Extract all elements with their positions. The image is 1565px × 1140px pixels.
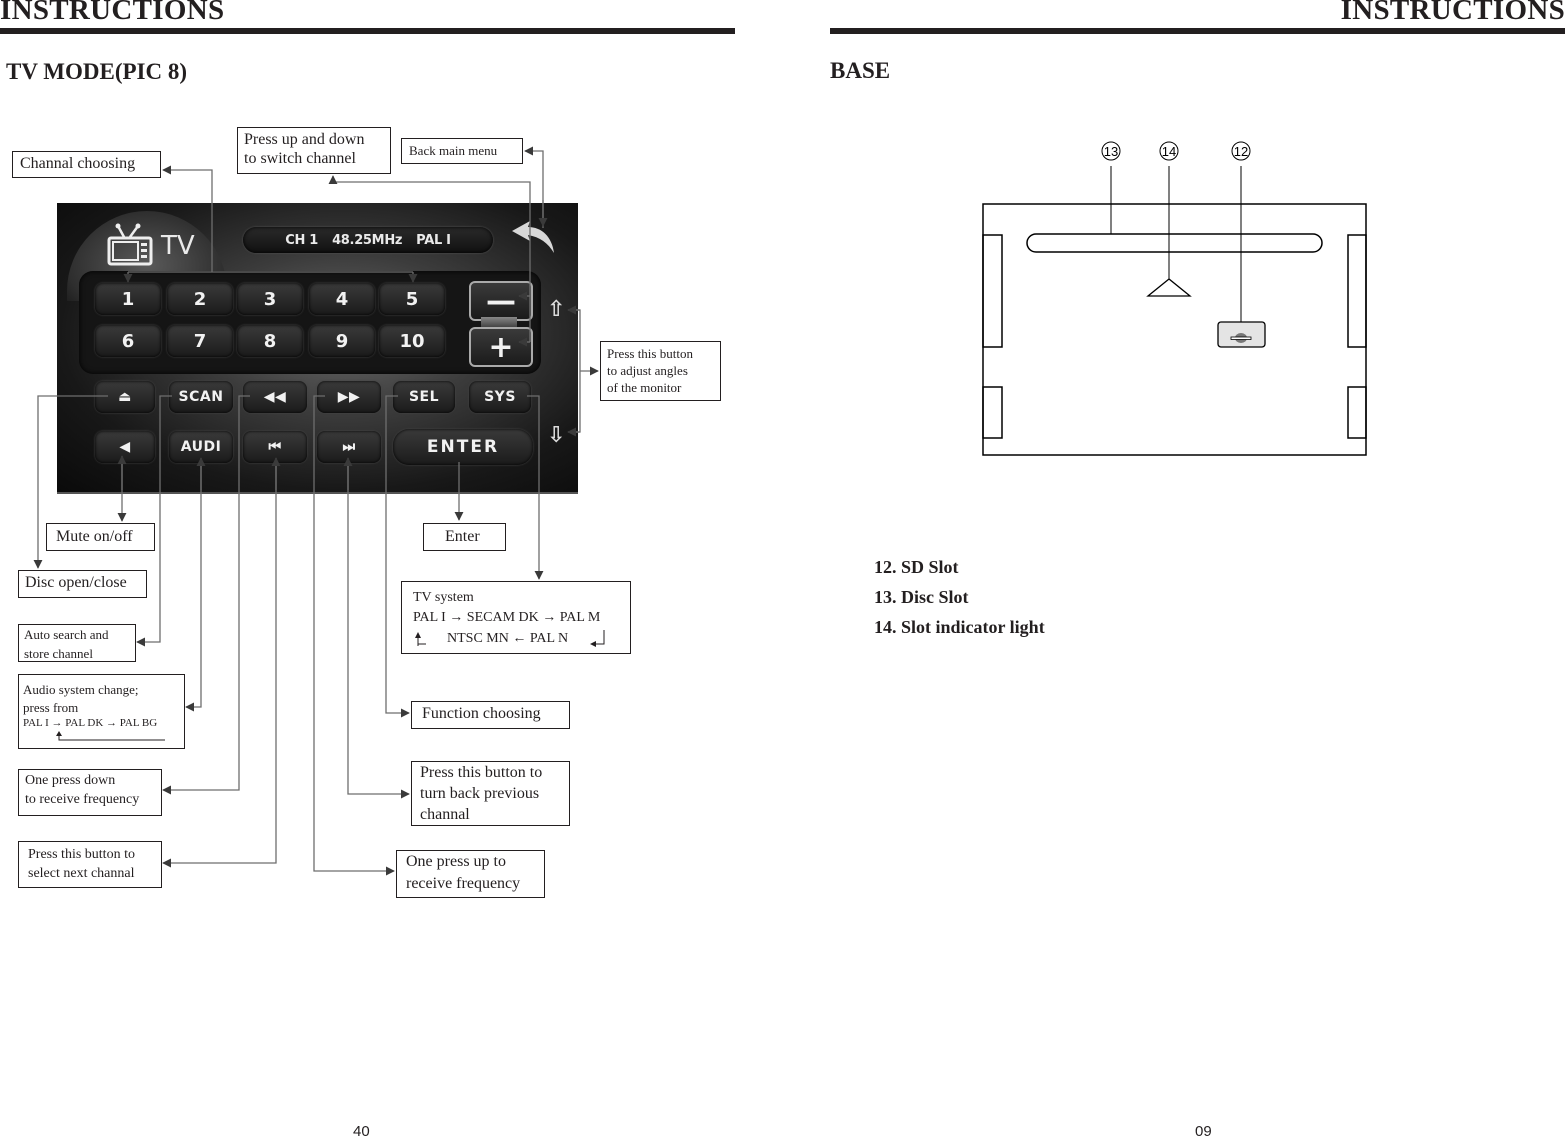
marker-12: 12 <box>1234 144 1248 159</box>
channel-rocker-neck <box>481 317 517 327</box>
callout-line: to adjust angles <box>607 362 688 378</box>
tv-system-title: TV system <box>413 590 474 605</box>
callout-line: receive frequency <box>406 874 521 892</box>
rewind-button[interactable]: ◀◀ <box>243 381 307 413</box>
callout-audio-system: Audio system change; press from PAL I → … <box>18 674 185 749</box>
sys-button[interactable]: SYS <box>469 381 531 413</box>
callout-function-choosing: Function choosing <box>411 701 570 729</box>
callout-line: Press up and down <box>244 131 365 148</box>
callout-line: store channel <box>24 645 93 661</box>
right-clip-bottom <box>1347 386 1367 439</box>
callout-disc-open-close: Disc open/close <box>18 570 147 598</box>
callout-enter: Enter <box>423 523 506 551</box>
base-outline <box>982 203 1367 456</box>
legend-item-12: 12. SD Slot <box>874 557 959 577</box>
mute-button[interactable]: ◀ <box>95 431 155 463</box>
sel-button[interactable]: SEL <box>393 381 455 413</box>
base-diagram: 13 14 12 <box>982 141 1367 456</box>
key-6[interactable]: 6 <box>95 325 161 357</box>
status-channel: CH 1 <box>285 232 319 248</box>
callout-line: Audio system change; <box>23 682 139 697</box>
base-legend: 12. SD Slot 13. Disc Slot 14. Slot indic… <box>874 552 1045 642</box>
marker-13: 13 <box>1104 144 1118 159</box>
scan-button[interactable]: SCAN <box>169 381 233 413</box>
callout-line: channal <box>420 805 470 823</box>
audi-button[interactable]: AUDI <box>169 431 233 463</box>
channel-down-button[interactable]: — <box>469 281 533 321</box>
callout-line: Auto search and <box>24 627 109 642</box>
callout-mute: Mute on/off <box>46 523 155 551</box>
key-10[interactable]: 10 <box>379 325 445 357</box>
marker-14: 14 <box>1162 144 1176 159</box>
leader-previous-channel <box>347 462 410 799</box>
disc-slot <box>1026 233 1323 253</box>
key-1[interactable]: 1 <box>95 283 161 315</box>
callout-line: Press this button <box>607 346 693 361</box>
key-8[interactable]: 8 <box>237 325 303 357</box>
callout-line: Press this button to <box>420 764 543 781</box>
angle-up-icon[interactable]: ⇧ <box>547 297 565 322</box>
callout-press-down-frequency: One press down to receive frequency <box>18 769 162 816</box>
cycle-return-arrow-icon <box>56 731 165 741</box>
callout-line: to receive frequency <box>25 791 140 807</box>
callout-line: press from <box>23 699 79 715</box>
key-5[interactable]: 5 <box>379 283 445 315</box>
callout-auto-search: Auto search and store channel <box>18 624 136 662</box>
next-channel-button[interactable]: ⏭ <box>317 431 381 463</box>
callout-press-up-frequency: One press up to receive frequency <box>396 850 545 898</box>
tv-mode-label: TV <box>161 231 195 261</box>
forward-button[interactable]: ▶▶ <box>317 381 381 413</box>
legend-item-13: 13. Disc Slot <box>874 587 969 607</box>
cycle-return-arrow-icon <box>415 630 605 647</box>
header-rule-left <box>0 28 735 34</box>
prev-channel-button[interactable]: ⏮ <box>243 431 307 463</box>
key-4[interactable]: 4 <box>309 283 375 315</box>
callout-tv-system: TV system PAL I → SECAM DK → PAL M NTSC … <box>401 581 631 654</box>
callout-next-channel: Press this button to select next channal <box>18 841 162 888</box>
status-system: PAL I <box>416 232 451 248</box>
key-9[interactable]: 9 <box>309 325 375 357</box>
slot-indicator-light <box>1146 278 1192 297</box>
key-3[interactable]: 3 <box>237 283 303 315</box>
callout-line: turn back previous <box>420 784 540 802</box>
right-clip-top <box>1347 234 1367 348</box>
angle-down-icon[interactable]: ⇩ <box>547 423 565 448</box>
status-frequency: 48.25MHz <box>332 232 403 248</box>
leader-next-channel <box>162 462 277 868</box>
page-number-right: 09 <box>1195 1123 1212 1140</box>
callout-line: to switch channel <box>244 150 356 168</box>
legend-item-14: 14. Slot indicator light <box>874 617 1045 637</box>
tv-icon <box>107 223 153 266</box>
page-number-left: 40 <box>353 1123 370 1140</box>
callout-adjust-angles: Press this button to adjust angles of th… <box>600 341 721 401</box>
key-7[interactable]: 7 <box>167 325 233 357</box>
page-header-right: INSTRUCTIONS <box>1340 0 1565 26</box>
callout-line: Press this button to <box>28 847 135 862</box>
header-rule-right <box>830 28 1565 34</box>
callout-previous-channel: Press this button to turn back previous … <box>411 761 570 826</box>
left-clip-bottom <box>982 386 1003 439</box>
section-title-tv-mode: TV MODE(PIC 8) <box>6 59 188 84</box>
leader-audio-system <box>185 462 202 712</box>
tv-control-panel: TV CH 1 48.25MHz PAL I 1 2 3 4 5 6 7 8 9… <box>57 203 578 494</box>
key-2[interactable]: 2 <box>167 283 233 315</box>
callout-line: One press down <box>25 773 116 788</box>
callout-line: of the monitor <box>607 379 682 395</box>
audio-system-cycle: PAL I → PAL DK → PAL BG <box>23 717 158 730</box>
channel-up-button[interactable]: + <box>469 327 533 367</box>
back-main-menu-icon[interactable] <box>510 219 556 255</box>
callout-line: One press up to <box>406 853 506 870</box>
page-header-left: INSTRUCTIONS <box>0 0 225 26</box>
section-title-base: BASE <box>830 58 891 83</box>
callout-back-main-menu: Back main menu <box>401 138 523 164</box>
callout-channel-choosing: Channal choosing <box>12 151 161 178</box>
callout-switch-channel: Press up and down to switch channel <box>237 127 391 174</box>
channel-status-display: CH 1 48.25MHz PAL I <box>243 227 493 253</box>
callout-line: select next channal <box>28 865 135 881</box>
left-clip-top <box>982 234 1003 348</box>
enter-button[interactable]: ENTER <box>393 429 533 465</box>
tv-system-cycle-row1: PAL I → SECAM DK → PAL M <box>413 610 601 626</box>
eject-button[interactable]: ⏏ <box>95 381 155 413</box>
